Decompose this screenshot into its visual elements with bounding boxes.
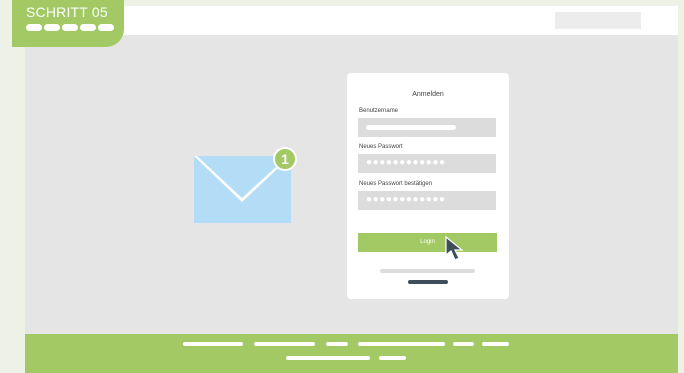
notification-badge: 1 [273,147,297,171]
forgot-link-placeholder[interactable] [380,269,475,273]
confirm-password-label: Neues Passwort bestätigen [359,181,433,187]
footer-link[interactable] [453,342,474,346]
footer-link[interactable] [254,342,315,346]
username-field[interactable] [358,118,496,137]
username-value-placeholder [366,125,456,130]
footer-link[interactable] [379,356,406,360]
progress-dot [80,24,96,31]
mouse-cursor-icon [445,235,465,267]
login-button[interactable]: Login [358,233,497,252]
new-password-label: Neues Passwort [359,144,403,150]
step-badge: SCHRITT 05 [12,0,124,47]
top-bar-placeholder[interactable] [555,12,641,29]
username-label: Benutzername [359,108,399,114]
confirm-password-value: ●●●●●●●●●●●● [366,194,446,205]
footer-bar [25,334,678,373]
progress-dot [98,24,114,31]
login-title: Anmelden [412,91,444,98]
progress-dot [26,24,42,31]
step-label: SCHRITT 05 [26,4,108,20]
new-password-value: ●●●●●●●●●●●● [366,157,446,168]
progress-dot [44,24,60,31]
progress-dot [62,24,78,31]
browser-window: 1 Anmelden Benutzername Neues Passwort ●… [25,6,678,373]
step-progress-dots [26,24,114,31]
footer-link[interactable] [286,356,370,360]
confirm-password-field[interactable]: ●●●●●●●●●●●● [358,191,496,210]
footer-link[interactable] [358,342,445,346]
login-card: Anmelden Benutzername Neues Passwort ●●●… [347,73,509,299]
footer-link[interactable] [326,342,348,346]
cursor-arrow [445,235,464,261]
new-password-field[interactable]: ●●●●●●●●●●●● [358,154,496,173]
footer-link[interactable] [183,342,243,346]
secondary-link-placeholder[interactable] [408,280,448,284]
footer-link[interactable] [482,342,509,346]
